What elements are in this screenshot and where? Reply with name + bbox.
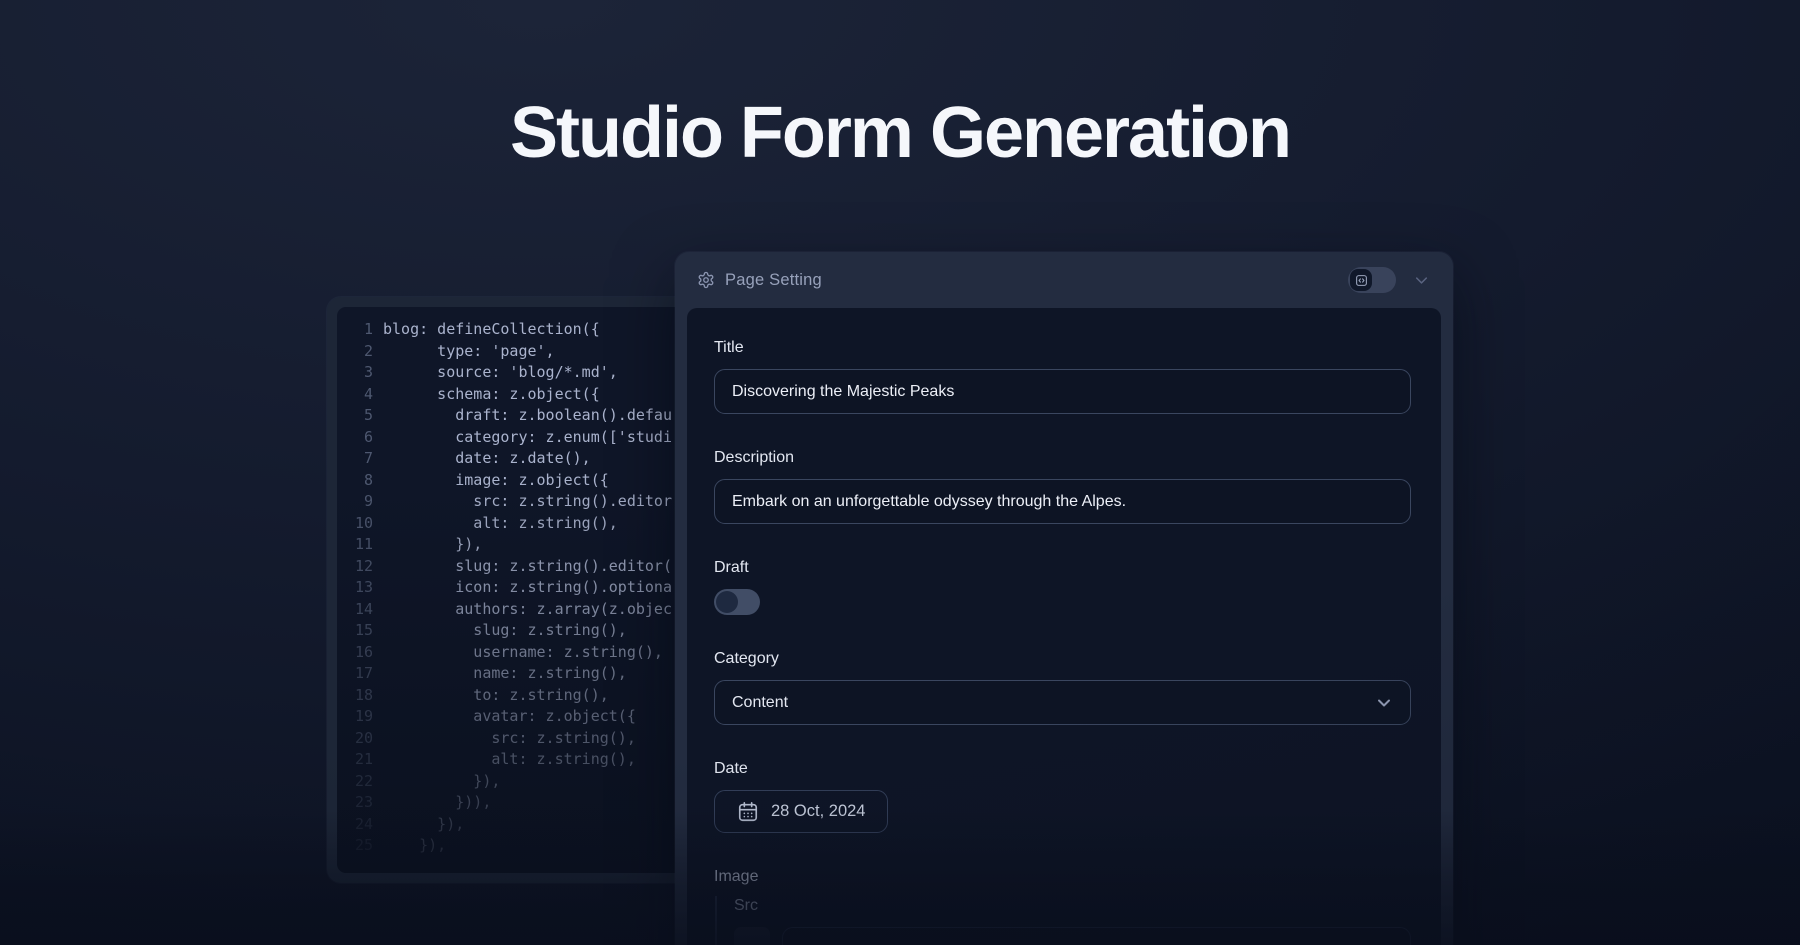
chevron-down-icon [1412,271,1431,290]
calendar-icon [737,801,759,823]
code-text: authors: z.array(z.objec [373,599,672,621]
image-src-input[interactable] [782,927,1411,945]
field-draft: Draft [714,558,1411,615]
draft-toggle[interactable] [714,589,760,615]
line-number: 16 [337,642,373,664]
gear-icon [697,271,715,289]
image-label: Image [714,867,1411,886]
image-src-row [734,927,1411,945]
line-number: 6 [337,427,373,449]
draft-label: Draft [714,558,1411,577]
code-view-toggle[interactable] [1348,267,1396,293]
collapse-button[interactable] [1412,271,1431,290]
field-title: Title [714,338,1411,414]
category-select[interactable]: Content [714,680,1411,725]
line-number: 2 [337,341,373,363]
hero-section: Studio Form Generation 1blog: defineColl… [0,0,1800,945]
line-number: 21 [337,749,373,771]
line-number: 9 [337,491,373,513]
line-number: 13 [337,577,373,599]
code-text: avatar: z.object({ [373,706,636,728]
line-number: 8 [337,470,373,492]
title-input[interactable] [714,369,1411,414]
line-number: 24 [337,814,373,836]
code-text: src: z.string(), [373,728,636,750]
field-description: Description [714,448,1411,524]
image-nested-group: Src [715,896,1411,945]
code-text: draft: z.boolean().defau [373,405,672,427]
field-category: Category Content [714,649,1411,725]
line-number: 22 [337,771,373,793]
code-text: name: z.string(), [373,663,627,685]
line-number: 4 [337,384,373,406]
code-text: }), [373,534,482,556]
code-text: }), [373,771,500,793]
line-number: 12 [337,556,373,578]
code-text: slug: z.string(), [373,620,627,642]
code-text: }), [373,835,446,857]
code-text: to: z.string(), [373,685,609,707]
code-view-toggle-knob [1350,269,1372,291]
line-number: 23 [337,792,373,814]
date-picker-button[interactable]: 28 Oct, 2024 [714,790,888,833]
draft-toggle-knob [716,591,738,613]
image-src-label: Src [734,896,1411,915]
code-text: src: z.string().editor [373,491,672,513]
line-number: 3 [337,362,373,384]
line-number: 17 [337,663,373,685]
category-label: Category [714,649,1411,668]
form-header-title: Page Setting [725,271,822,290]
title-label: Title [714,338,1411,357]
form-header: Page Setting [675,252,1453,308]
category-value: Content [732,694,788,712]
code-box-icon [1355,274,1368,287]
page-title: Studio Form Generation [0,92,1800,175]
code-text: blog: defineCollection({ [373,319,600,341]
page-setting-panel: Page Setting Title [675,252,1453,945]
code-text: slug: z.string().editor( [373,556,672,578]
line-number: 25 [337,835,373,857]
line-number: 11 [337,534,373,556]
field-image: Image Src [714,867,1411,945]
line-number: 19 [337,706,373,728]
line-number: 5 [337,405,373,427]
code-text: }), [373,814,464,836]
code-text: date: z.date(), [373,448,591,470]
code-text: })), [373,792,491,814]
date-label: Date [714,759,1411,778]
image-thumbnail[interactable] [734,927,770,945]
description-label: Description [714,448,1411,467]
form-body: Title Description Draft Category Content [687,308,1441,945]
line-number: 14 [337,599,373,621]
chevron-down-icon [1374,693,1394,713]
code-text: source: 'blog/*.md', [373,362,618,384]
code-text: image: z.object({ [373,470,609,492]
code-text: alt: z.string(), [373,749,636,771]
date-value: 28 Oct, 2024 [771,802,865,821]
line-number: 7 [337,448,373,470]
line-number: 1 [337,319,373,341]
line-number: 18 [337,685,373,707]
code-text: type: 'page', [373,341,555,363]
line-number: 10 [337,513,373,535]
description-input[interactable] [714,479,1411,524]
code-text: alt: z.string(), [373,513,618,535]
line-number: 20 [337,728,373,750]
code-text: username: z.string(), [373,642,663,664]
code-text: schema: z.object({ [373,384,600,406]
field-date: Date 28 Oct, 2024 [714,759,1411,833]
line-number: 15 [337,620,373,642]
code-text: category: z.enum(['studi [373,427,672,449]
code-text: icon: z.string().optiona [373,577,672,599]
